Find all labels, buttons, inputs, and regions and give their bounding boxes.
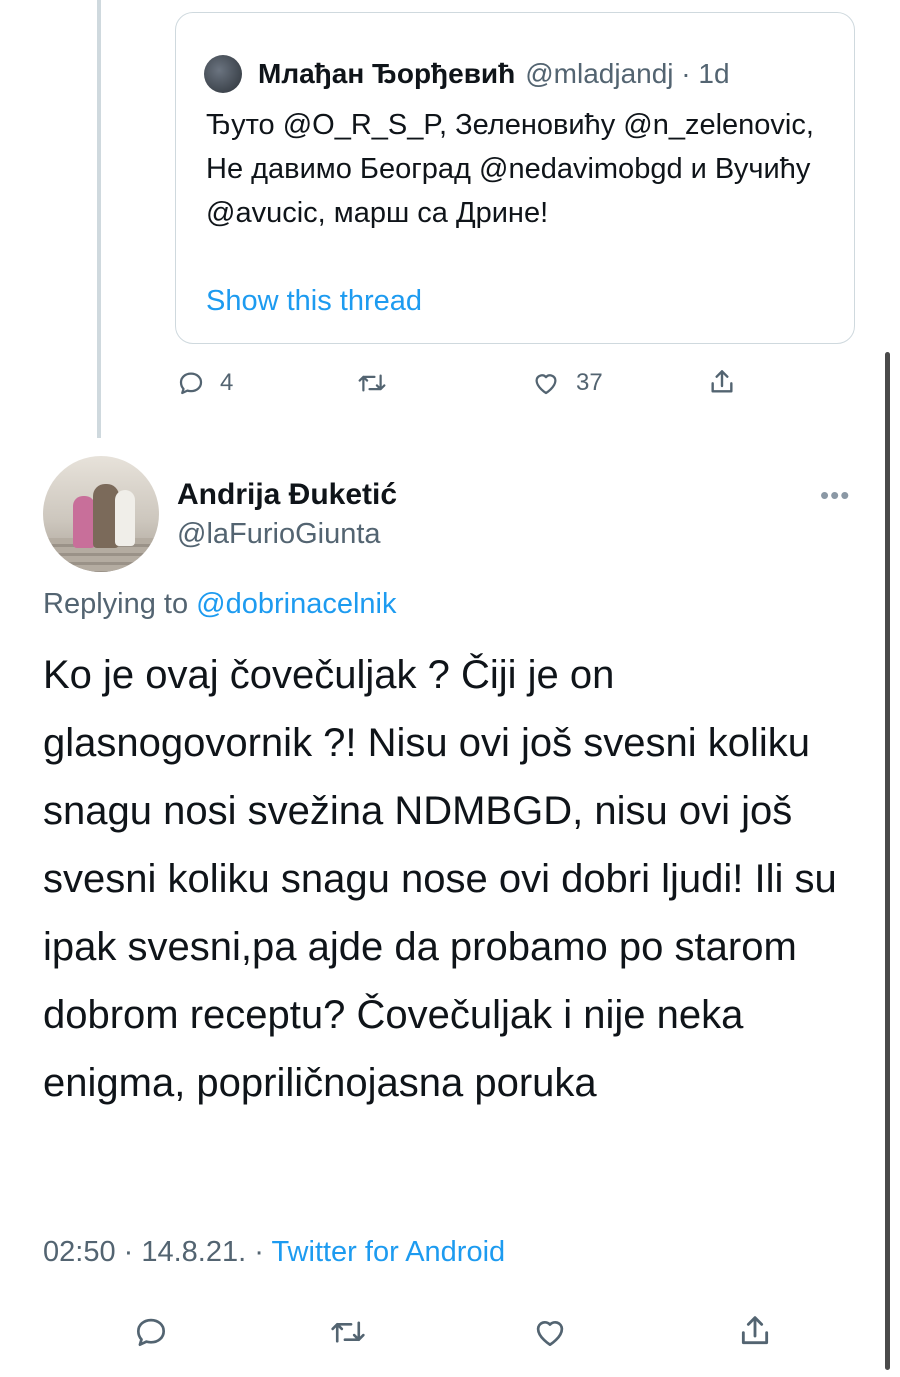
more-options-button[interactable]: ••• [820,480,850,511]
author-avatar[interactable] [43,456,159,572]
reply-icon [136,1318,166,1347]
tweet-date[interactable]: 14.8.21. [141,1236,246,1268]
scrollbar[interactable] [885,352,890,1370]
tweet-text: Ko je ovaj čovečuljak ? Čiji je on glasn… [43,653,837,1105]
tweet-source[interactable]: Twitter for Android [271,1236,505,1268]
replying-to-line: Replying to @dobrinacelnik [43,588,396,621]
quoted-reply-button[interactable]: 4 [176,368,233,398]
avatar-photo-figure [73,496,95,548]
quoted-like-button[interactable]: 37 [530,368,603,398]
quoted-tweet-text: Ђуто @O_R_S_P, Зеленовићу @n_zelenovic, … [206,109,814,229]
like-icon [535,374,557,395]
author-handle[interactable]: @laFurioGiunta [177,518,381,551]
reply-button[interactable] [132,1313,170,1351]
retweet-icon [358,374,386,392]
author-name[interactable]: Andrija Đuketić [177,478,397,512]
retweet-button[interactable] [328,1313,368,1351]
quoted-like-count: 37 [576,369,603,396]
quoted-tweet-age: 1d [698,58,730,89]
quoted-author-name[interactable]: Млађан Ђорђевић [258,58,515,90]
quoted-tweet-header: Млађан Ђорђевић @mladjandj · 1d [204,55,730,93]
show-thread-link[interactable]: Show this thread [206,285,422,318]
replying-to-label: Replying to [43,588,189,620]
quoted-tweet-card[interactable]: Млађан Ђорђевић @mladjandj · 1d Ђуто @O_… [175,12,855,344]
quoted-share-button[interactable] [706,366,738,398]
quoted-author-avatar[interactable] [204,55,242,93]
tweet-time[interactable]: 02:50 [43,1236,116,1268]
share-button[interactable] [735,1311,775,1351]
quoted-reply-count: 4 [220,369,234,396]
replying-to-mention[interactable]: @dobrinacelnik [196,588,396,620]
quoted-author-handle: @mladjandj · 1d [525,58,730,89]
thread-connector-line [97,0,101,438]
quoted-retweet-button[interactable] [356,368,388,398]
share-icon [741,1316,769,1345]
tweet-meta: 02:50 · 14.8.21. · Twitter for Android [43,1236,506,1268]
like-button[interactable] [530,1313,570,1351]
like-icon [536,1320,564,1347]
share-icon [711,370,733,393]
avatar-photo-figure [115,490,135,546]
retweet-icon [331,1321,365,1343]
reply-icon [179,372,203,395]
